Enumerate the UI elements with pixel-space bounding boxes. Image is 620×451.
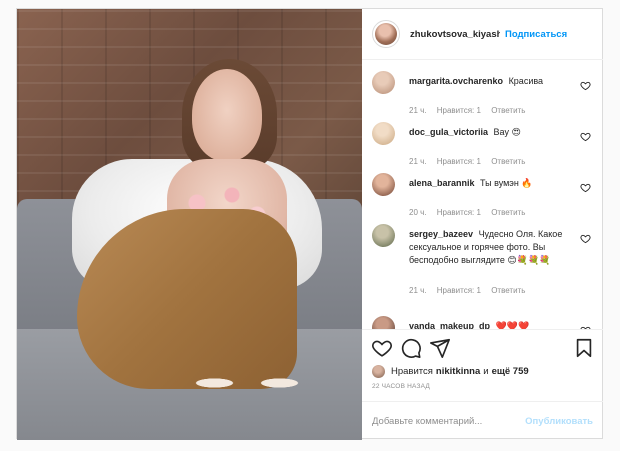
- likes-conjunction: и: [483, 365, 489, 377]
- commenter-username[interactable]: alena_barannik: [409, 178, 475, 188]
- shoes: [182, 359, 312, 399]
- heart-icon[interactable]: [580, 182, 591, 193]
- reply-button[interactable]: Ответить: [491, 286, 525, 295]
- comment-text: doc_gula_victoriia Вау 😍: [409, 126, 569, 139]
- comment-body: ❤️❤️❤️: [495, 321, 530, 329]
- comment-meta: 20 ч. Нравится: 1 Ответить: [409, 208, 533, 217]
- comment-body: Ты вумэн 🔥: [480, 178, 533, 188]
- comment-meta: 21 ч. Нравится: 1 Ответить: [409, 286, 533, 295]
- comment-text: vanda_makeup_dp ❤️❤️❤️: [409, 320, 569, 329]
- comment-time: 21 ч.: [409, 157, 427, 166]
- comment-time: 21 ч.: [409, 286, 427, 295]
- comment-icon[interactable]: [400, 337, 422, 359]
- comment-meta: 21 ч. Нравится: 1 Ответить: [409, 157, 533, 166]
- share-icon[interactable]: [429, 337, 451, 359]
- comment-body: Красива: [508, 76, 544, 86]
- follow-button[interactable]: Подписаться: [505, 29, 567, 40]
- section-divider: [362, 329, 603, 330]
- commenter-username[interactable]: doc_gula_victoriia: [409, 127, 488, 137]
- author-username[interactable]: zhukovtsova_kiyash: [410, 29, 500, 40]
- post-header: zhukovtsova_kiyash Подписаться: [362, 9, 603, 60]
- reply-button[interactable]: Ответить: [491, 208, 525, 217]
- comment-text: alena_barannik Ты вумэн 🔥: [409, 177, 569, 190]
- comment-likes-count[interactable]: Нравится: 1: [437, 286, 481, 295]
- post-actions: [362, 332, 603, 362]
- commenter-avatar[interactable]: [372, 122, 395, 145]
- comment-likes-count[interactable]: Нравится: 1: [437, 106, 481, 115]
- commenter-avatar[interactable]: [372, 316, 395, 329]
- comment-body: Вау 😍: [493, 127, 521, 137]
- liker-username[interactable]: nikitkinna: [436, 366, 480, 377]
- post-side-panel: zhukovtsova_kiyash Подписаться margarita…: [362, 9, 603, 440]
- heart-icon[interactable]: [371, 337, 393, 359]
- commenter-username[interactable]: sergey_bazeev: [409, 229, 473, 239]
- comment-likes-count[interactable]: Нравится: 1: [437, 208, 481, 217]
- comment-text: margarita.ovcharenko Красива: [409, 75, 569, 88]
- commenter-avatar[interactable]: [372, 173, 395, 196]
- commenter-avatar[interactable]: [372, 71, 395, 94]
- bookmark-icon[interactable]: [573, 337, 595, 359]
- reply-button[interactable]: Ответить: [491, 157, 525, 166]
- commenter-avatar[interactable]: [372, 224, 395, 247]
- heart-icon[interactable]: [580, 131, 591, 142]
- commenter-username[interactable]: margarita.ovcharenko: [409, 76, 503, 86]
- comment-text: sergey_bazeev Чудесно Оля. Какое сексуал…: [409, 228, 569, 267]
- face: [192, 69, 262, 161]
- publish-button[interactable]: Опубликовать: [525, 416, 593, 427]
- heart-icon[interactable]: [580, 233, 591, 244]
- comment-input[interactable]: [372, 415, 526, 427]
- heart-icon[interactable]: [580, 80, 591, 91]
- post-photo[interactable]: [17, 9, 362, 440]
- post-timestamp[interactable]: 22 ЧАСОВ НАЗАД: [372, 383, 430, 390]
- likes-more-link[interactable]: ещё 759: [492, 366, 529, 377]
- add-comment-form: Опубликовать: [362, 401, 603, 440]
- reply-button[interactable]: Ответить: [491, 106, 525, 115]
- comment-likes-count[interactable]: Нравится: 1: [437, 157, 481, 166]
- likes-summary: Нравится nikitkinna и ещё 759: [372, 364, 529, 378]
- liker-avatar[interactable]: [372, 364, 385, 378]
- comment-time: 20 ч.: [409, 208, 427, 217]
- comment-meta: 21 ч. Нравится: 1 Ответить: [409, 106, 533, 115]
- likes-prefix: Нравится: [391, 365, 433, 377]
- post-card: zhukovtsova_kiyash Подписаться margarita…: [16, 8, 603, 440]
- author-avatar[interactable]: [372, 20, 400, 48]
- comment-time: 21 ч.: [409, 106, 427, 115]
- commenter-username[interactable]: vanda_makeup_dp: [409, 321, 490, 329]
- comments-list[interactable]: margarita.ovcharenko Красива 21 ч. Нрави…: [362, 61, 603, 329]
